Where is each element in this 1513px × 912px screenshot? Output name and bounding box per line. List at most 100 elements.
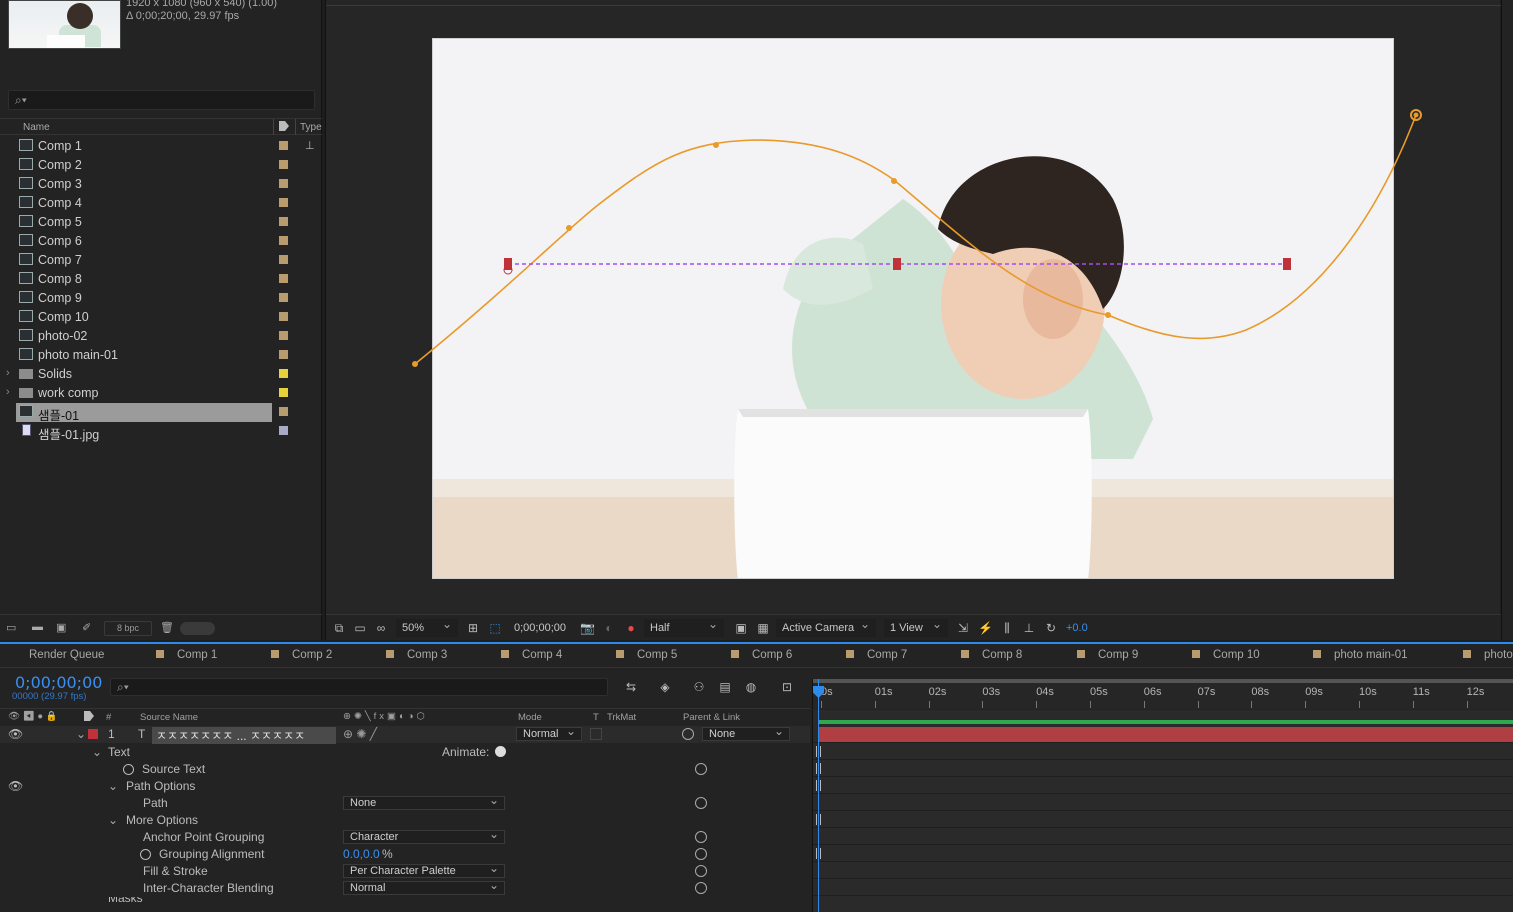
- tab-composition[interactable]: Comp 2: [271, 649, 332, 661]
- project-item[interactable]: Comp 3: [0, 175, 304, 194]
- bit-depth-button[interactable]: 8 bpc: [104, 621, 152, 636]
- switches-icons[interactable]: ⊕✺╲fx▣◐◑⬡: [343, 711, 428, 722]
- tab-render-queue[interactable]: Render Queue: [29, 649, 104, 661]
- motion-blur-icon[interactable]: ◍: [744, 680, 758, 694]
- av-features-icons[interactable]: 👁 ◀ ● 🔒: [8, 711, 58, 722]
- project-item[interactable]: Comp 7: [0, 251, 304, 270]
- property-text[interactable]: ⌄ Text Animate:: [0, 744, 810, 761]
- toggle-pixel-aspect-icon[interactable]: ⇲: [956, 621, 970, 635]
- project-item[interactable]: photo-02: [0, 327, 304, 346]
- path-vertex[interactable]: [891, 178, 897, 184]
- thumbnail-size-slider[interactable]: [180, 622, 215, 635]
- fast-preview-icon[interactable]: ⚡: [978, 621, 993, 635]
- tab-composition[interactable]: photo main-01: [1313, 649, 1408, 661]
- label-color[interactable]: [279, 331, 288, 340]
- label-color[interactable]: [279, 236, 288, 245]
- label-color[interactable]: [279, 369, 288, 378]
- keyframe-navigator-icon[interactable]: [816, 763, 821, 774]
- pickwhip-icon[interactable]: [682, 728, 694, 740]
- stopwatch-icon[interactable]: [140, 849, 151, 860]
- label-color[interactable]: [279, 198, 288, 207]
- grid-guide-icon[interactable]: ⬚: [488, 621, 502, 635]
- show-snapshot-icon[interactable]: ◐: [602, 621, 616, 635]
- color-channels-icon[interactable]: ●: [624, 621, 638, 635]
- label-tag-icon[interactable]: [279, 121, 289, 131]
- property-anchor-point-grouping[interactable]: Anchor Point Grouping Character: [0, 828, 810, 846]
- property-source-text[interactable]: Source Text: [0, 761, 810, 778]
- project-item[interactable]: Comp 5: [0, 213, 304, 232]
- chevron-down-icon[interactable]: ⌄: [108, 779, 118, 793]
- pickwhip-icon[interactable]: [695, 882, 707, 894]
- keyframe-navigator-icon[interactable]: [816, 814, 821, 825]
- layer-row[interactable]: 👁 ⌄ 1 T ㅈㅈㅈㅈㅈㅈㅈ ... ㅈㅈㅈㅈㅈ ⊕ ✺ ╱ Normal N…: [0, 725, 810, 744]
- current-time-display[interactable]: 0;00;00;00: [15, 673, 102, 692]
- pickwhip-icon[interactable]: [695, 865, 707, 877]
- tab-composition[interactable]: Comp 7: [846, 649, 907, 661]
- preserve-transparency-toggle[interactable]: [590, 728, 602, 740]
- project-item[interactable]: Comp 4: [0, 194, 304, 213]
- tab-composition[interactable]: Comp 3: [386, 649, 447, 661]
- label-color[interactable]: [279, 426, 288, 435]
- path-dropdown[interactable]: None: [343, 794, 505, 810]
- project-item[interactable]: Comp 1: [0, 137, 304, 156]
- frame-blending-icon[interactable]: ▤: [718, 680, 732, 694]
- label-color[interactable]: [279, 274, 288, 283]
- tab-composition[interactable]: Comp 6: [731, 649, 792, 661]
- project-item[interactable]: Comp 10: [0, 308, 304, 327]
- property-masks[interactable]: Masks: [0, 897, 810, 909]
- transparency-grid-icon[interactable]: ▦: [756, 621, 770, 635]
- label-color[interactable]: [279, 407, 288, 416]
- property-path[interactable]: Path None: [0, 794, 810, 812]
- graph-editor-icon[interactable]: ⊡: [780, 680, 794, 694]
- label-color[interactable]: [279, 350, 288, 359]
- vr-glasses-icon[interactable]: ∞: [374, 621, 388, 635]
- blend-mode-dropdown[interactable]: Normal: [516, 725, 582, 741]
- trash-icon[interactable]: 🗑: [160, 621, 174, 634]
- text-path-curve[interactable]: [414, 114, 1417, 365]
- column-type[interactable]: Type: [300, 122, 322, 133]
- project-item[interactable]: 샘플-01: [0, 403, 304, 423]
- anchor-grouping-dropdown[interactable]: Character: [343, 828, 505, 844]
- work-area-bar[interactable]: [818, 720, 1513, 724]
- path-vertex[interactable]: [412, 361, 418, 367]
- path-tangent-handle[interactable]: [566, 225, 572, 231]
- eye-icon[interactable]: 👁: [8, 727, 23, 741]
- parent-dropdown[interactable]: None: [702, 725, 790, 741]
- keyframe-navigator-icon[interactable]: [816, 746, 821, 757]
- time-ruler[interactable]: 0s01s02s03s04s05s06s07s08s09s10s11s12s1: [812, 679, 1513, 709]
- project-item[interactable]: Comp 8: [0, 270, 304, 289]
- column-trkmat[interactable]: TrkMat: [607, 712, 636, 723]
- always-preview-icon[interactable]: ⧉: [332, 621, 346, 635]
- label-color[interactable]: [279, 293, 288, 302]
- layer-switches-icon[interactable]: ⊕ ✺ ╱: [343, 727, 377, 741]
- project-settings-icon[interactable]: ✐: [82, 621, 96, 634]
- pickwhip-icon[interactable]: [695, 848, 707, 860]
- layer-label-color[interactable]: [88, 729, 98, 739]
- label-color[interactable]: [279, 179, 288, 188]
- fill-stroke-dropdown[interactable]: Per Character Palette: [343, 862, 505, 878]
- new-composition-icon[interactable]: ▣: [56, 621, 70, 634]
- exposure-value[interactable]: +0.0: [1066, 619, 1088, 637]
- text-start-handle[interactable]: [504, 258, 512, 270]
- pickwhip-icon[interactable]: [695, 763, 707, 775]
- layer-duration-bar[interactable]: [818, 727, 1513, 742]
- label-color[interactable]: [279, 160, 288, 169]
- project-item[interactable]: 샘플-01.jpg: [0, 422, 304, 442]
- label-color[interactable]: [279, 312, 288, 321]
- tab-composition[interactable]: Comp 8: [961, 649, 1022, 661]
- time-navigator-bar[interactable]: [813, 679, 1513, 683]
- tab-composition[interactable]: Comp 9: [1077, 649, 1138, 661]
- column-number[interactable]: #: [106, 712, 111, 723]
- project-item[interactable]: photo main-01: [0, 346, 304, 365]
- camera-dropdown[interactable]: Active Camera: [776, 615, 876, 637]
- stopwatch-icon[interactable]: [123, 764, 134, 775]
- project-item[interactable]: Comp 9: [0, 289, 304, 308]
- property-path-options[interactable]: 👁 ⌄ Path Options: [0, 778, 810, 795]
- fit-icon[interactable]: ⊞: [466, 621, 480, 635]
- project-item[interactable]: › work comp: [0, 384, 304, 403]
- text-end-handle[interactable]: [1283, 258, 1291, 270]
- project-item[interactable]: Comp 6: [0, 232, 304, 251]
- column-name[interactable]: Name: [23, 122, 50, 133]
- project-search-input[interactable]: ⌕▾: [8, 90, 315, 110]
- property-grouping-alignment[interactable]: Grouping Alignment 0.0,0.0 %: [0, 846, 810, 863]
